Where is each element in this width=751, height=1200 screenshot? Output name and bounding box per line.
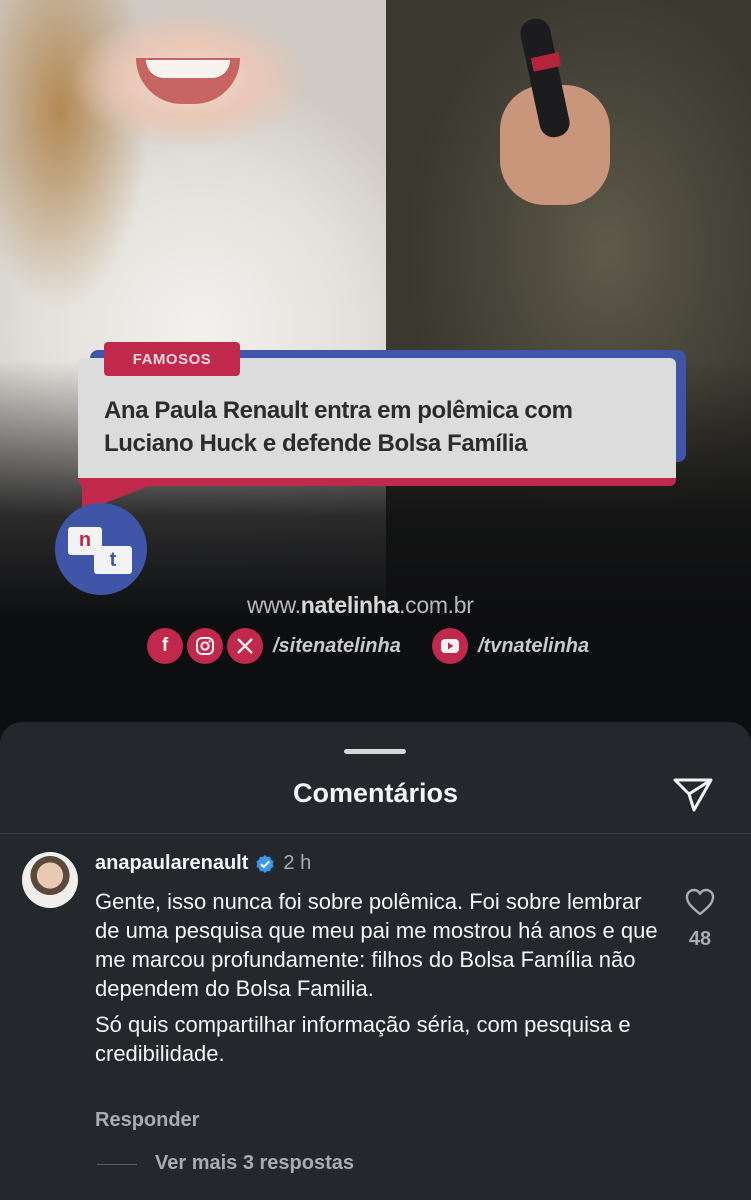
photo-detail-teeth [146,60,230,78]
verified-badge-icon [256,854,274,873]
site-url-suffix: .com.br [399,592,474,618]
comment-username[interactable]: anapaularenault [95,852,248,875]
headline: Ana Paula Renault entra em polêmica com … [104,394,664,460]
comments-title: Comentários [292,778,459,808]
site-url-prefix: www. [247,592,301,618]
social-links-site: f /sitenatelinha [147,628,401,664]
youtube-icon [432,628,468,664]
category-tag: FAMOSOS [104,342,240,376]
facebook-icon: f [147,628,183,664]
comment-paragraph-1: Gente, isso nunca foi sobre polêmica. Fo… [95,889,658,1001]
instagram-icon [187,628,223,664]
heart-icon [685,888,715,916]
comment-text: Gente, isso nunca foi sobre polêmica. Fo… [95,887,665,1075]
post-image[interactable]: FAMOSOS Ana Paula Renault entra em polêm… [0,0,751,708]
sheet-divider [0,833,751,834]
comments-sheet: Comentários anapaularenault 2 h Gente, i… [0,722,751,1200]
social-links-tv: /tvnatelinha [432,628,589,664]
social-handle-tv: /tvnatelinha [478,634,590,657]
comment-timestamp: 2 h [283,852,312,874]
social-handle-site: /sitenatelinha [273,634,401,657]
headline-line-1: Ana Paula Renault entra em polêmica com [104,397,573,424]
site-url: www.natelinha.com.br [247,592,474,619]
comment-paragraph-2: Só quis compartilhar informação séria, c… [95,1012,631,1066]
sheet-drag-handle[interactable] [344,749,406,754]
comment-header: anapaularenault 2 h [95,852,311,875]
send-icon [673,778,713,812]
site-url-brand: natelinha [300,592,400,618]
avatar[interactable] [22,852,78,908]
headline-line-2: Luciano Huck e defende Bolsa Família [104,430,528,457]
replies-divider-line [97,1164,137,1165]
view-more-replies[interactable]: Ver mais 3 respostas [155,1152,354,1175]
reply-button[interactable]: Responder [95,1109,199,1132]
x-icon [227,628,263,664]
logo-letter-t: t [94,546,132,574]
like-count: 48 [688,928,712,950]
like-button[interactable] [684,887,716,917]
share-button[interactable] [672,774,714,814]
